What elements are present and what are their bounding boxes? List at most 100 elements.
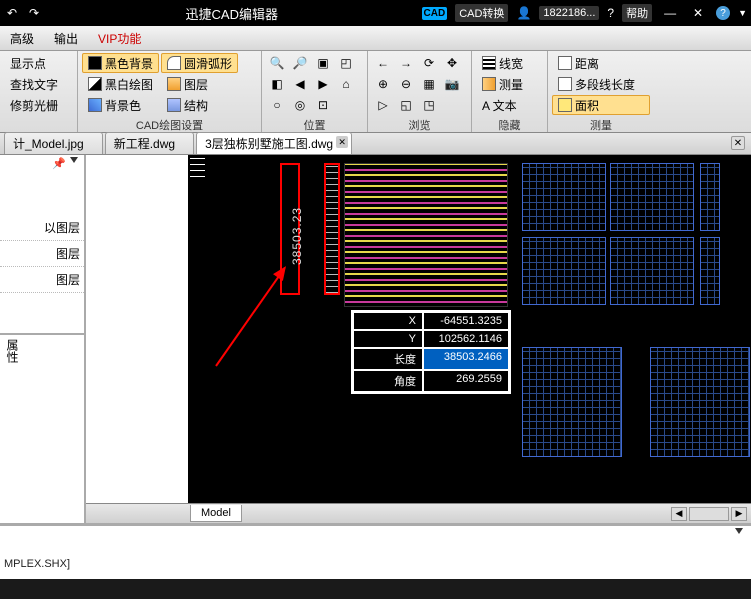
- elevation-sheet[interactable]: [610, 163, 694, 231]
- title-bar: ↶ ↷ 迅捷CAD编辑器 CAD CAD转换 👤 1822186... ? 帮助…: [0, 0, 751, 26]
- horizontal-scrollbar[interactable]: ◀ ▶: [242, 507, 751, 521]
- refresh-icon[interactable]: ⟳: [418, 53, 440, 73]
- legend-sheet[interactable]: [700, 163, 720, 231]
- fit-icon[interactable]: ▣: [312, 53, 334, 73]
- zoom-minus-icon[interactable]: ⊖: [395, 74, 417, 94]
- smooth-arc-button[interactable]: 圆滑弧形: [161, 53, 238, 73]
- menu-vip[interactable]: VIP功能: [88, 26, 151, 50]
- zoom-out-icon[interactable]: 🔎: [289, 53, 311, 73]
- zoom-plus-icon[interactable]: ⊕: [372, 74, 394, 94]
- group-view-label: 浏览: [372, 115, 467, 133]
- measure-toggle-button[interactable]: 测量: [476, 74, 543, 94]
- redo-icon[interactable]: ↷: [26, 5, 42, 21]
- menu-advanced[interactable]: 高级: [0, 26, 44, 50]
- selected-column-entity[interactable]: [324, 163, 340, 295]
- zoom-win-icon[interactable]: ◰: [335, 53, 357, 73]
- main-area: 📌 以图层 图层 图层 属性 38503.23: [0, 155, 751, 523]
- scroll-thumb[interactable]: [689, 507, 729, 521]
- tabs-close-all-icon[interactable]: ✕: [731, 136, 745, 150]
- tab-label: 新工程.dwg: [114, 137, 175, 151]
- area-button[interactable]: 面积: [552, 95, 650, 115]
- coord-len-value[interactable]: 38503.2466: [423, 348, 509, 370]
- undo-icon[interactable]: ↶: [4, 5, 20, 21]
- find-text-button[interactable]: 查找文字: [4, 74, 73, 94]
- help-button[interactable]: 帮助: [622, 4, 652, 22]
- tab-close-icon[interactable]: ✕: [336, 136, 348, 148]
- elevation-sheet[interactable]: [522, 163, 606, 231]
- coord-x-label: X: [353, 312, 423, 330]
- legend-sheet[interactable]: [700, 237, 720, 305]
- tab-villa-dwg[interactable]: 3层独栋别墅施工图.dwg✕: [196, 132, 352, 154]
- panel-dropdown-icon[interactable]: [70, 157, 78, 163]
- grid-icon[interactable]: ▦: [418, 74, 440, 94]
- show-points-button[interactable]: 显示点: [4, 53, 73, 73]
- view-a-icon[interactable]: ◱: [395, 95, 417, 115]
- layer-panel: 📌 以图层 图层 图层: [0, 155, 84, 335]
- black-bg-button[interactable]: 黑色背景: [82, 53, 159, 73]
- zoom-sel-icon[interactable]: ⊡: [312, 95, 334, 115]
- side-panel: 📌 以图层 图层 图层 属性: [0, 155, 86, 523]
- menu-bar: 高级 输出 VIP功能: [0, 26, 751, 51]
- polyline-length-button[interactable]: 多段线长度: [552, 74, 650, 94]
- close-button[interactable]: ✕: [688, 6, 708, 20]
- zoom-prev-icon[interactable]: ○: [266, 95, 288, 115]
- pin-icon[interactable]: 📌: [52, 157, 64, 170]
- menu-output[interactable]: 输出: [44, 26, 88, 50]
- side-item[interactable]: 以图层: [0, 215, 84, 241]
- home-icon[interactable]: ⌂: [335, 74, 357, 94]
- cad-convert-button[interactable]: CAD转换: [455, 4, 508, 22]
- coordinate-readout: X-64551.3235 Y102562.1146 长度38503.2466 角…: [351, 310, 511, 394]
- zoom-in-icon[interactable]: 🔍: [266, 53, 288, 73]
- console-dropdown-icon[interactable]: [735, 528, 743, 534]
- app-title: 迅捷CAD编辑器: [42, 4, 422, 23]
- tab-model-jpg[interactable]: 计_Model.jpg: [4, 132, 103, 154]
- bw-draw-button[interactable]: 黑白绘图: [82, 74, 159, 94]
- text-button[interactable]: A 文本: [476, 95, 543, 115]
- phone-button[interactable]: 1822186...: [539, 6, 599, 20]
- camera-icon[interactable]: 📷: [441, 74, 463, 94]
- scroll-right-icon[interactable]: ▶: [731, 507, 747, 521]
- zoom-all-icon[interactable]: ◎: [289, 95, 311, 115]
- next-icon[interactable]: ▷: [372, 95, 394, 115]
- group-cad-settings-label: CAD绘图设置: [82, 115, 257, 133]
- pan-right-icon[interactable]: ▶: [312, 74, 334, 94]
- coord-ang-value: 269.2559: [423, 370, 509, 392]
- floor-plan-sheet[interactable]: [650, 347, 750, 457]
- text-label: A 文本: [482, 97, 517, 114]
- arrow-left-icon[interactable]: ←: [372, 53, 394, 73]
- struct-icon: [167, 98, 181, 112]
- view-b-icon[interactable]: ◳: [418, 95, 440, 115]
- command-console[interactable]: MPLEX.SHX]: [0, 523, 751, 579]
- trim-raster-button[interactable]: 修剪光栅: [4, 95, 73, 115]
- linewidth-label: 线宽: [499, 55, 523, 72]
- elevation-sheet[interactable]: [522, 237, 606, 305]
- schedule-table[interactable]: [344, 163, 508, 307]
- help-circle-icon[interactable]: ?: [716, 6, 730, 20]
- arc-label: 圆滑弧形: [184, 55, 232, 72]
- scroll-left-icon[interactable]: ◀: [671, 507, 687, 521]
- drawing-canvas[interactable]: 38503.23 X-64551.3235 Y102562.1146 长度385…: [86, 155, 751, 503]
- tab-label: 计_Model.jpg: [13, 137, 84, 151]
- pan-left-icon[interactable]: ◀: [289, 74, 311, 94]
- linewidth-button[interactable]: 线宽: [476, 53, 543, 73]
- minimize-button[interactable]: —: [660, 6, 680, 20]
- zoom-box-icon[interactable]: ◧: [266, 74, 288, 94]
- side-item[interactable]: 图层: [0, 267, 84, 293]
- elevation-sheet[interactable]: [610, 237, 694, 305]
- coord-x-value: -64551.3235: [423, 312, 509, 330]
- model-tab[interactable]: Model: [190, 505, 242, 522]
- arrow-right-icon[interactable]: →: [395, 53, 417, 73]
- document-tabs: 计_Model.jpg 新工程.dwg 3层独栋别墅施工图.dwg✕ ✕: [0, 133, 751, 155]
- distance-button[interactable]: 距离: [552, 53, 650, 73]
- title-left: ↶ ↷: [4, 5, 42, 21]
- pan-icon[interactable]: ✥: [441, 53, 463, 73]
- layer-button[interactable]: 图层: [161, 74, 238, 94]
- bg-color-label: 背景色: [105, 97, 141, 114]
- tab-new-dwg[interactable]: 新工程.dwg: [105, 132, 194, 154]
- bg-color-button[interactable]: 背景色: [82, 95, 159, 115]
- structure-button[interactable]: 结构: [161, 95, 238, 115]
- floor-plan-sheet[interactable]: [522, 347, 622, 457]
- side-item[interactable]: 图层: [0, 241, 84, 267]
- bw-draw-label: 黑白绘图: [105, 76, 153, 93]
- chevron-down-icon[interactable]: ▼: [738, 8, 747, 18]
